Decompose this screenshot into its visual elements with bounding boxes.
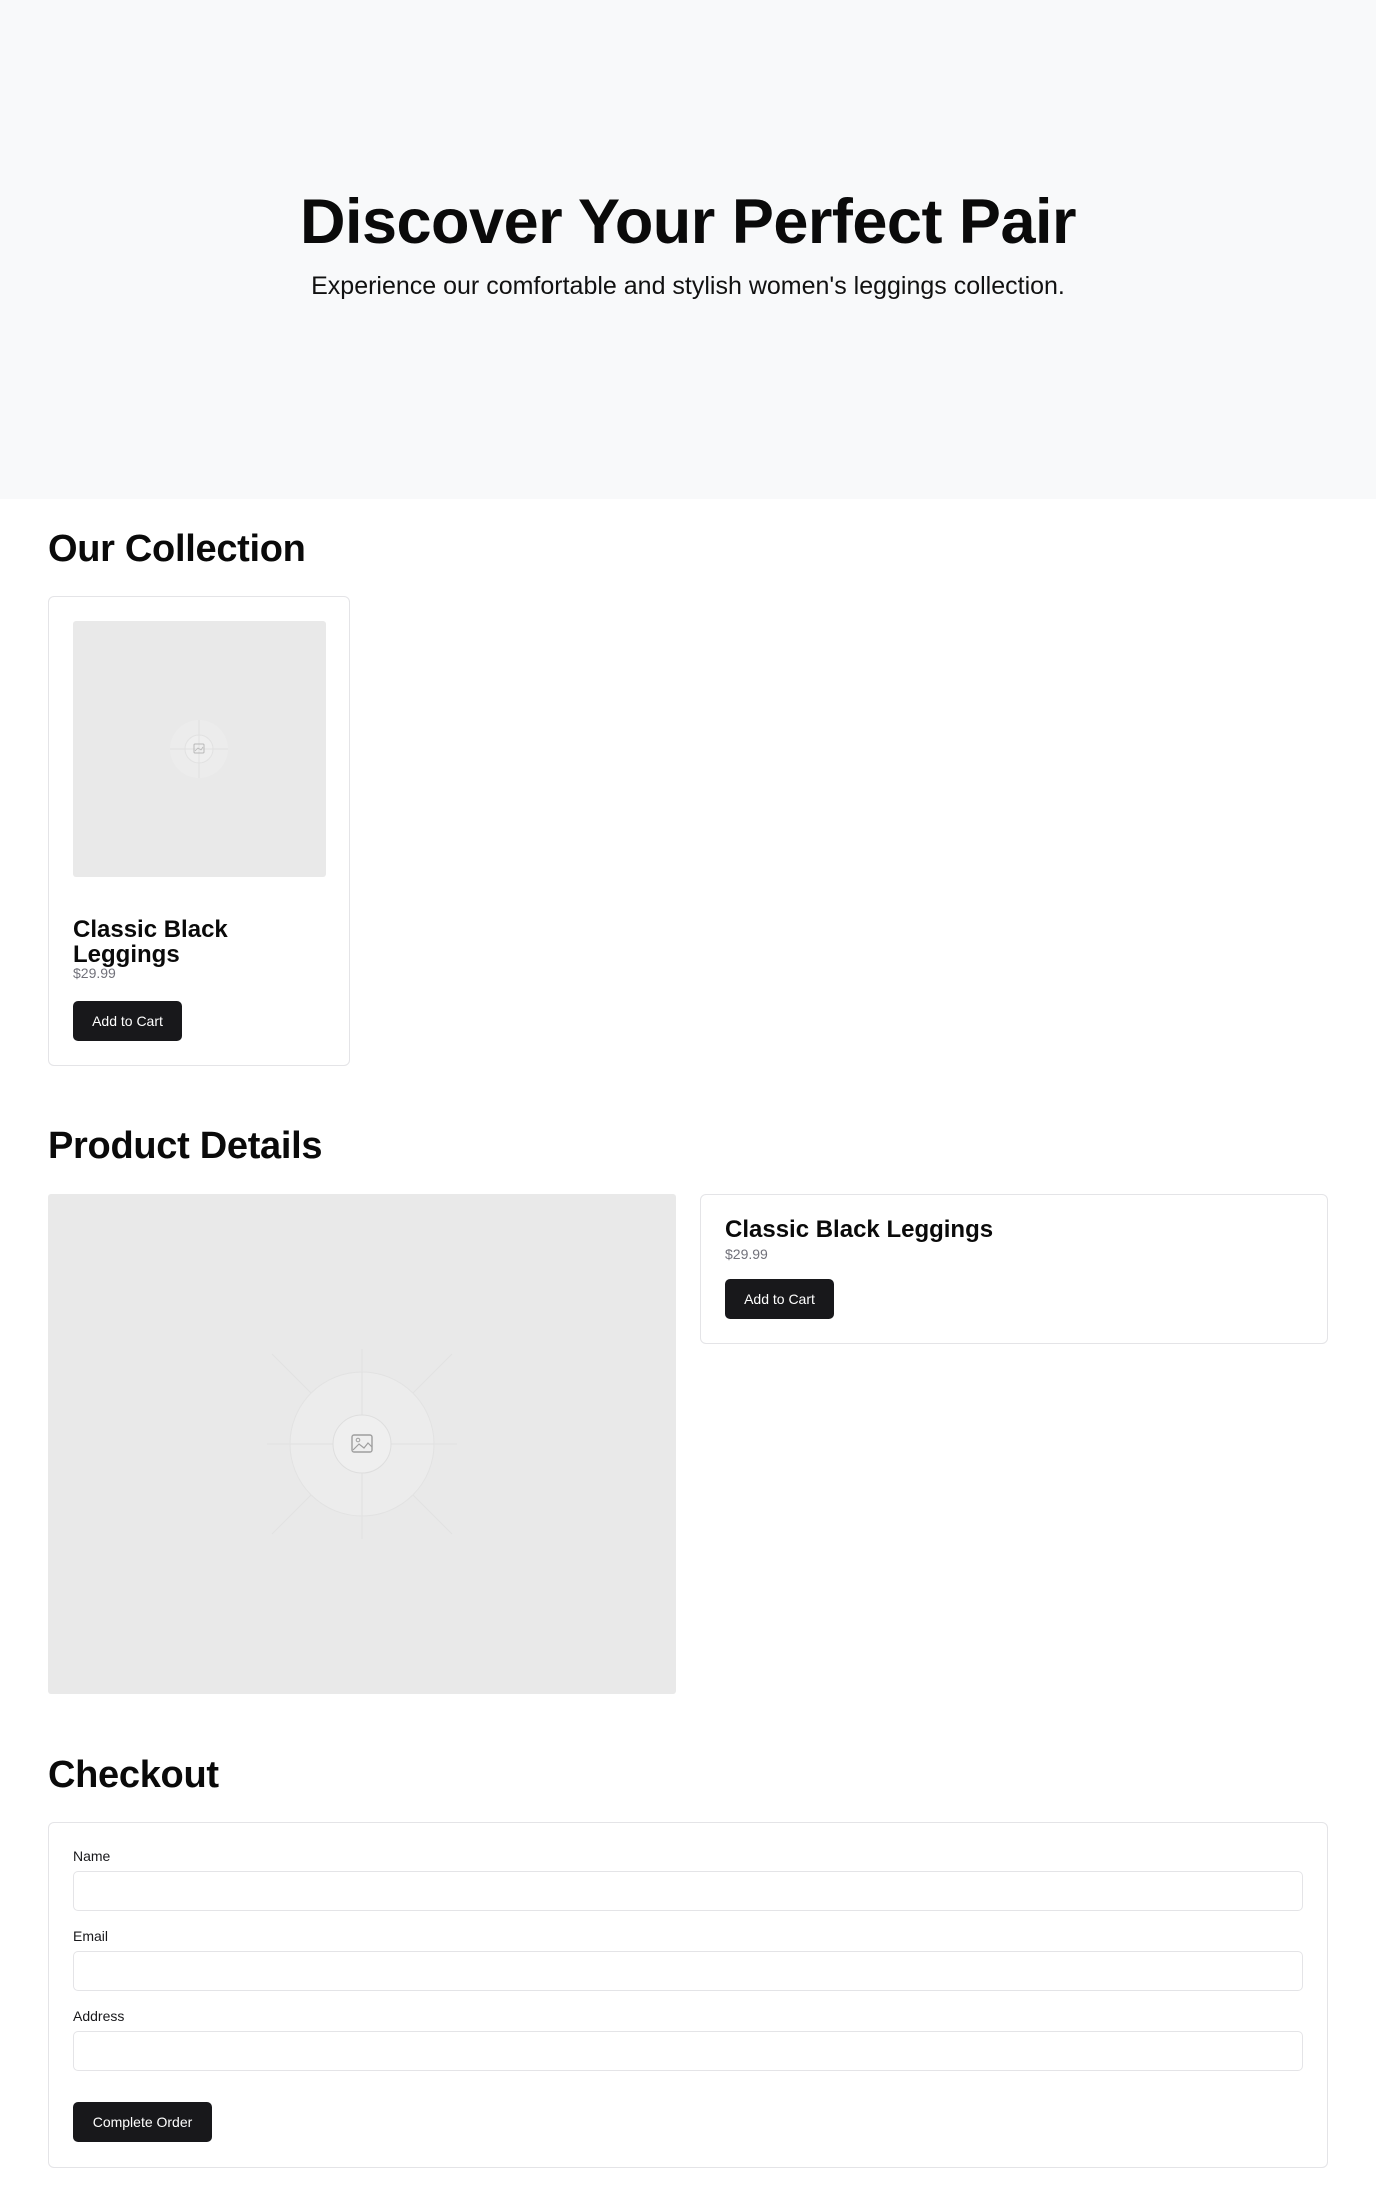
image-placeholder-icon [170,720,228,778]
product-detail-name: Classic Black Leggings [725,1216,994,1243]
product-image-placeholder [73,621,326,877]
hero-title: Discover Your Perfect Pair [299,187,1077,257]
details-heading: Product Details [48,1125,323,1167]
email-label: Email [73,1928,109,1944]
hero-section: Discover Your Perfect Pair Experience ou… [0,0,1376,499]
name-label: Name [73,1848,111,1864]
email-field[interactable] [73,1951,1303,1991]
product-card: Classic Black Leggings $29.99 Add to Car… [48,596,350,1066]
complete-order-button[interactable]: Complete Order [73,2102,212,2142]
address-field[interactable] [73,2031,1303,2071]
add-to-cart-button[interactable]: Add to Cart [725,1279,834,1319]
collection-heading: Our Collection [48,528,306,570]
product-card-name: Classic Black Leggings [73,916,228,968]
checkout-heading: Checkout [48,1754,219,1796]
address-label: Address [73,2008,125,2024]
image-placeholder-icon [267,1349,457,1539]
add-to-cart-button[interactable]: Add to Cart [73,1001,182,1041]
hero-subtitle: Experience our comfortable and stylish w… [311,272,1065,300]
product-detail-price: $29.99 [725,1246,768,1262]
product-card-price: $29.99 [73,965,116,981]
product-detail-card: Classic Black Leggings $29.99 Add to Car… [700,1194,1328,1344]
product-detail-image-placeholder [48,1194,676,1694]
name-field[interactable] [73,1871,1303,1911]
